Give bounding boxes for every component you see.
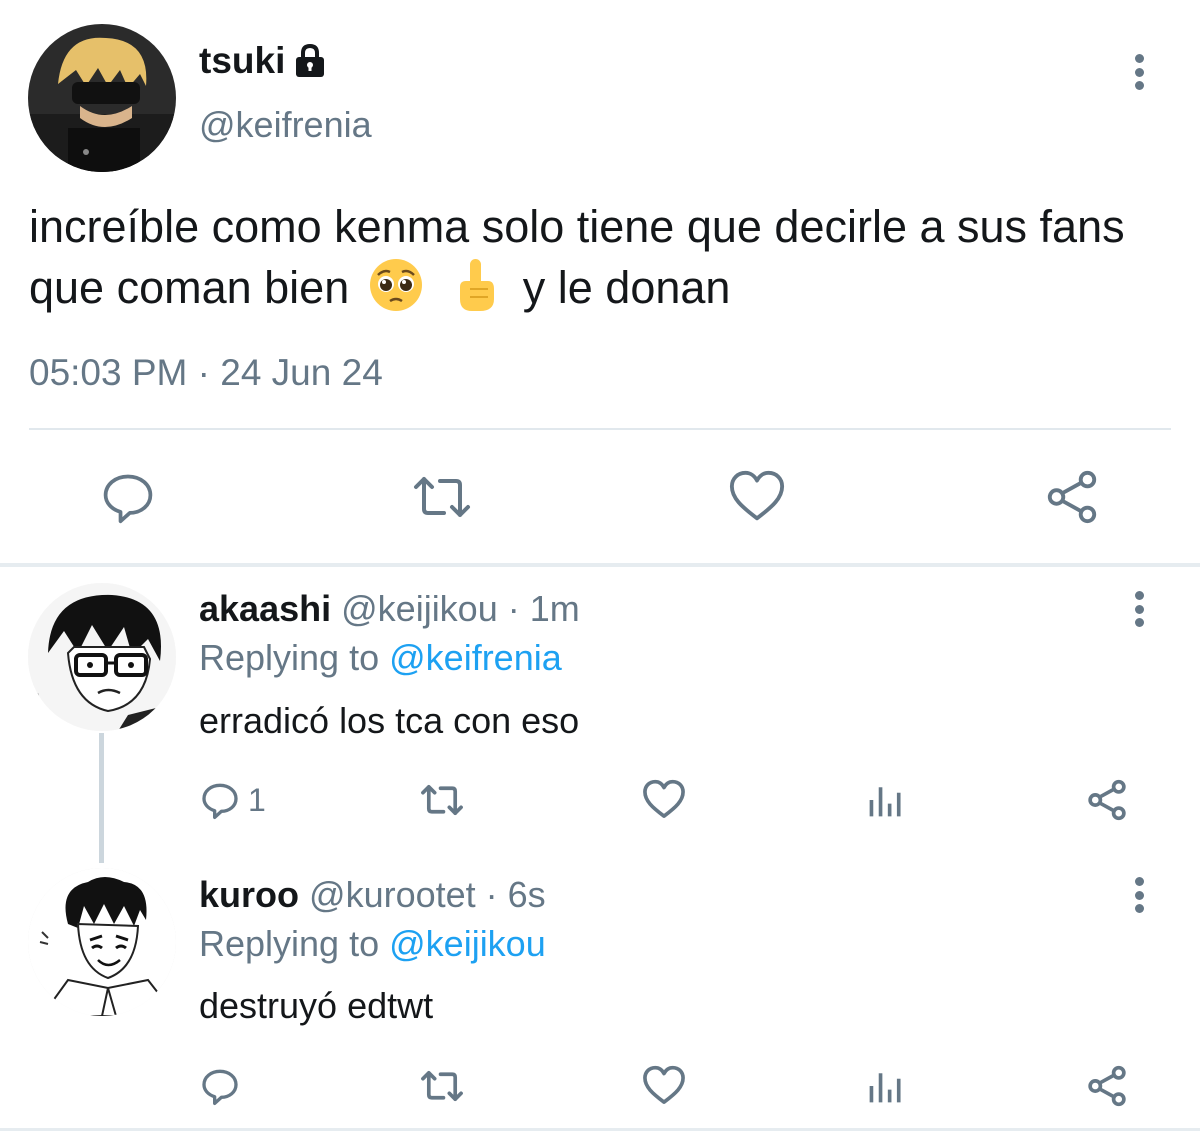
analytics-button[interactable] [866,1058,906,1114]
reply-icon [202,1069,238,1105]
mention-link[interactable]: @keijikou [389,923,546,964]
reply-button[interactable]: 1 [200,772,266,828]
handle-and-time[interactable]: @kurootet · 6s [309,874,546,915]
like-button[interactable] [642,1058,686,1114]
share-icon [1088,1065,1126,1107]
reply-button[interactable] [200,1058,240,1114]
retweet-button[interactable] [420,1058,464,1114]
replying-to: Replying to @keifrenia [199,637,562,679]
thread-connector [99,733,104,863]
more-options-icon[interactable] [1129,587,1149,631]
analytics-icon [869,1073,901,1103]
heart-icon [643,779,685,818]
reply-action-bar: 1 [190,772,1150,828]
reply-header: kuroo @kurootet · 6s [199,874,546,916]
analytics-icon [869,787,901,817]
retweet-button[interactable] [420,772,464,828]
mention-link[interactable]: @keifrenia [389,637,562,678]
tweet-text-part: y le donan [522,262,731,313]
share-button[interactable] [1085,772,1129,828]
avatar[interactable] [28,583,176,731]
reply-icon [202,783,238,819]
lock-icon [293,43,327,79]
more-options-icon[interactable] [1129,873,1149,917]
share-button[interactable] [1042,465,1102,529]
tweet-text: increíble como kenma solo tiene que deci… [29,196,1179,318]
reply-action-bar [190,1058,1150,1114]
replying-to: Replying to @keijikou [199,923,546,965]
reply-button[interactable] [98,465,158,529]
reply-text: erradicó los tca con eso [199,700,580,741]
divider [29,428,1171,430]
heart-icon [643,1065,685,1104]
more-options-icon[interactable] [1129,50,1149,94]
share-icon [1047,470,1097,524]
like-button[interactable] [642,772,686,828]
section-divider [0,563,1200,567]
reply-header: akaashi @keijikou · 1m [199,588,580,630]
index-pointing-up-emoji [448,257,504,313]
analytics-button[interactable] [866,772,906,828]
handle-and-time[interactable]: @keijikou · 1m [341,588,580,629]
avatar[interactable] [28,24,176,172]
retweet-icon [414,477,470,517]
tweet-timestamp[interactable]: 05:03 PM · 24 Jun 24 [29,352,383,394]
avatar[interactable] [28,868,176,1016]
reply-count: 1 [248,781,266,818]
like-button[interactable] [727,465,787,529]
retweet-icon [421,1070,463,1102]
pleading-face-emoji [368,257,424,313]
share-button[interactable] [1085,1058,1129,1114]
bottom-divider [0,1128,1200,1131]
reply-text: destruyó edtwt [199,985,434,1026]
display-name[interactable]: tsuki [199,40,327,82]
replying-to-label: Replying to [199,637,380,678]
retweet-button[interactable] [412,465,472,529]
tweet-action-bar [0,465,1200,535]
display-name[interactable]: akaashi [199,588,331,629]
heart-icon [729,470,785,521]
replying-to-label: Replying to [199,923,380,964]
share-icon [1088,779,1126,821]
handle[interactable]: @keifrenia [199,104,372,146]
retweet-icon [421,784,463,816]
reply-icon [103,474,153,524]
display-name[interactable]: kuroo [199,874,299,915]
